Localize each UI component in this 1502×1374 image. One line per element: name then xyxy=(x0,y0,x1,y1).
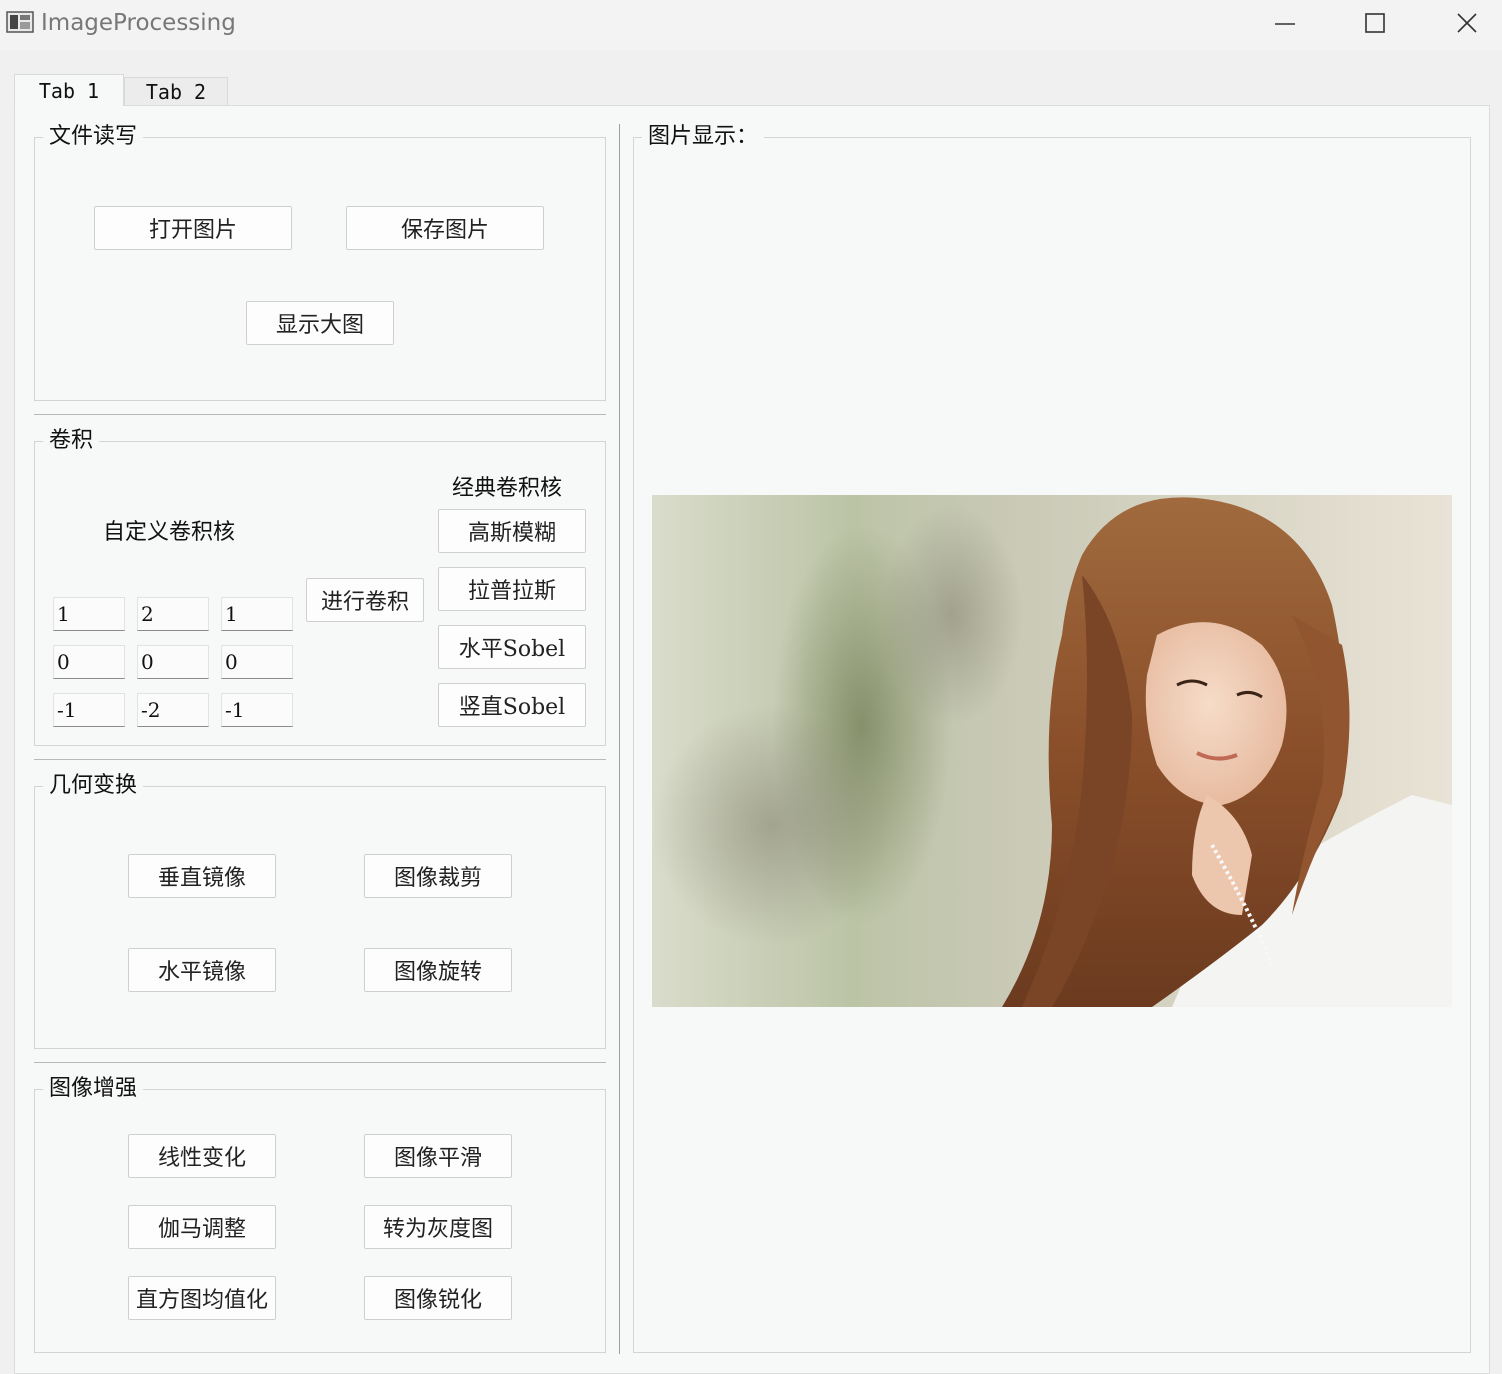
close-button[interactable] xyxy=(1422,0,1502,46)
kernel-cell-1-2[interactable]: 0 xyxy=(221,645,293,679)
kernel-cell-2-0[interactable]: -1 xyxy=(53,693,125,727)
kernel-cell-2-1[interactable]: -2 xyxy=(137,693,209,727)
linear-transform-button[interactable]: 线性变化 xyxy=(128,1134,276,1178)
geometry-title: 几何变换 xyxy=(43,773,144,799)
minimize-button[interactable] xyxy=(1240,0,1330,46)
sharpen-button[interactable]: 图像锐化 xyxy=(364,1276,512,1320)
gaussian-blur-button[interactable]: 高斯模糊 xyxy=(438,509,586,553)
geometry-group xyxy=(34,786,606,1049)
separator xyxy=(34,759,606,760)
kernel-cell-0-2[interactable]: 1 xyxy=(221,597,293,631)
vertical-sobel-button[interactable]: 竖直Sobel xyxy=(438,683,586,727)
classic-kernel-label: 经典卷积核 xyxy=(452,476,563,501)
enhance-title: 图像增强 xyxy=(43,1076,144,1102)
kernel-cell-0-0[interactable]: 1 xyxy=(53,597,125,631)
smooth-button[interactable]: 图像平滑 xyxy=(364,1134,512,1178)
rotate-button[interactable]: 图像旋转 xyxy=(364,948,512,992)
app-icon xyxy=(6,10,34,34)
horizontal-sobel-button[interactable]: 水平Sobel xyxy=(438,625,586,669)
gamma-button[interactable]: 伽马调整 xyxy=(128,1205,276,1249)
window-title: ImageProcessing xyxy=(41,10,236,36)
crop-button[interactable]: 图像裁剪 xyxy=(364,854,512,898)
close-icon xyxy=(1457,13,1477,33)
separator xyxy=(34,1062,606,1063)
histogram-equalize-button[interactable]: 直方图均值化 xyxy=(128,1276,276,1320)
open-image-button[interactable]: 打开图片 xyxy=(94,206,292,250)
kernel-cell-1-1[interactable]: 0 xyxy=(137,645,209,679)
separator xyxy=(34,414,606,415)
horizontal-mirror-button[interactable]: 水平镜像 xyxy=(128,948,276,992)
file-io-group xyxy=(34,137,606,401)
tab-1[interactable]: Tab 1 xyxy=(14,74,124,106)
enhance-group xyxy=(34,1089,606,1353)
vertical-mirror-button[interactable]: 垂直镜像 xyxy=(128,854,276,898)
minimize-icon xyxy=(1275,23,1295,25)
grayscale-button[interactable]: 转为灰度图 xyxy=(364,1205,512,1249)
tab-2[interactable]: Tab 2 xyxy=(124,77,228,106)
custom-kernel-label: 自定义卷积核 xyxy=(103,520,236,545)
file-io-title: 文件读写 xyxy=(43,124,144,150)
laplace-button[interactable]: 拉普拉斯 xyxy=(438,567,586,611)
kernel-cell-2-2[interactable]: -1 xyxy=(221,693,293,727)
maximize-icon xyxy=(1365,13,1385,33)
splitter[interactable] xyxy=(619,124,620,1354)
display-title: 图片显示： xyxy=(642,124,765,150)
show-large-image-button[interactable]: 显示大图 xyxy=(246,301,394,345)
displayed-image xyxy=(652,495,1452,1007)
title-bar: ImageProcessing xyxy=(0,0,1502,50)
convolution-title: 卷积 xyxy=(43,428,100,454)
maximize-button[interactable] xyxy=(1330,0,1420,46)
apply-convolution-button[interactable]: 进行卷积 xyxy=(306,578,424,622)
save-image-button[interactable]: 保存图片 xyxy=(346,206,544,250)
kernel-cell-1-0[interactable]: 0 xyxy=(53,645,125,679)
kernel-cell-0-1[interactable]: 2 xyxy=(137,597,209,631)
